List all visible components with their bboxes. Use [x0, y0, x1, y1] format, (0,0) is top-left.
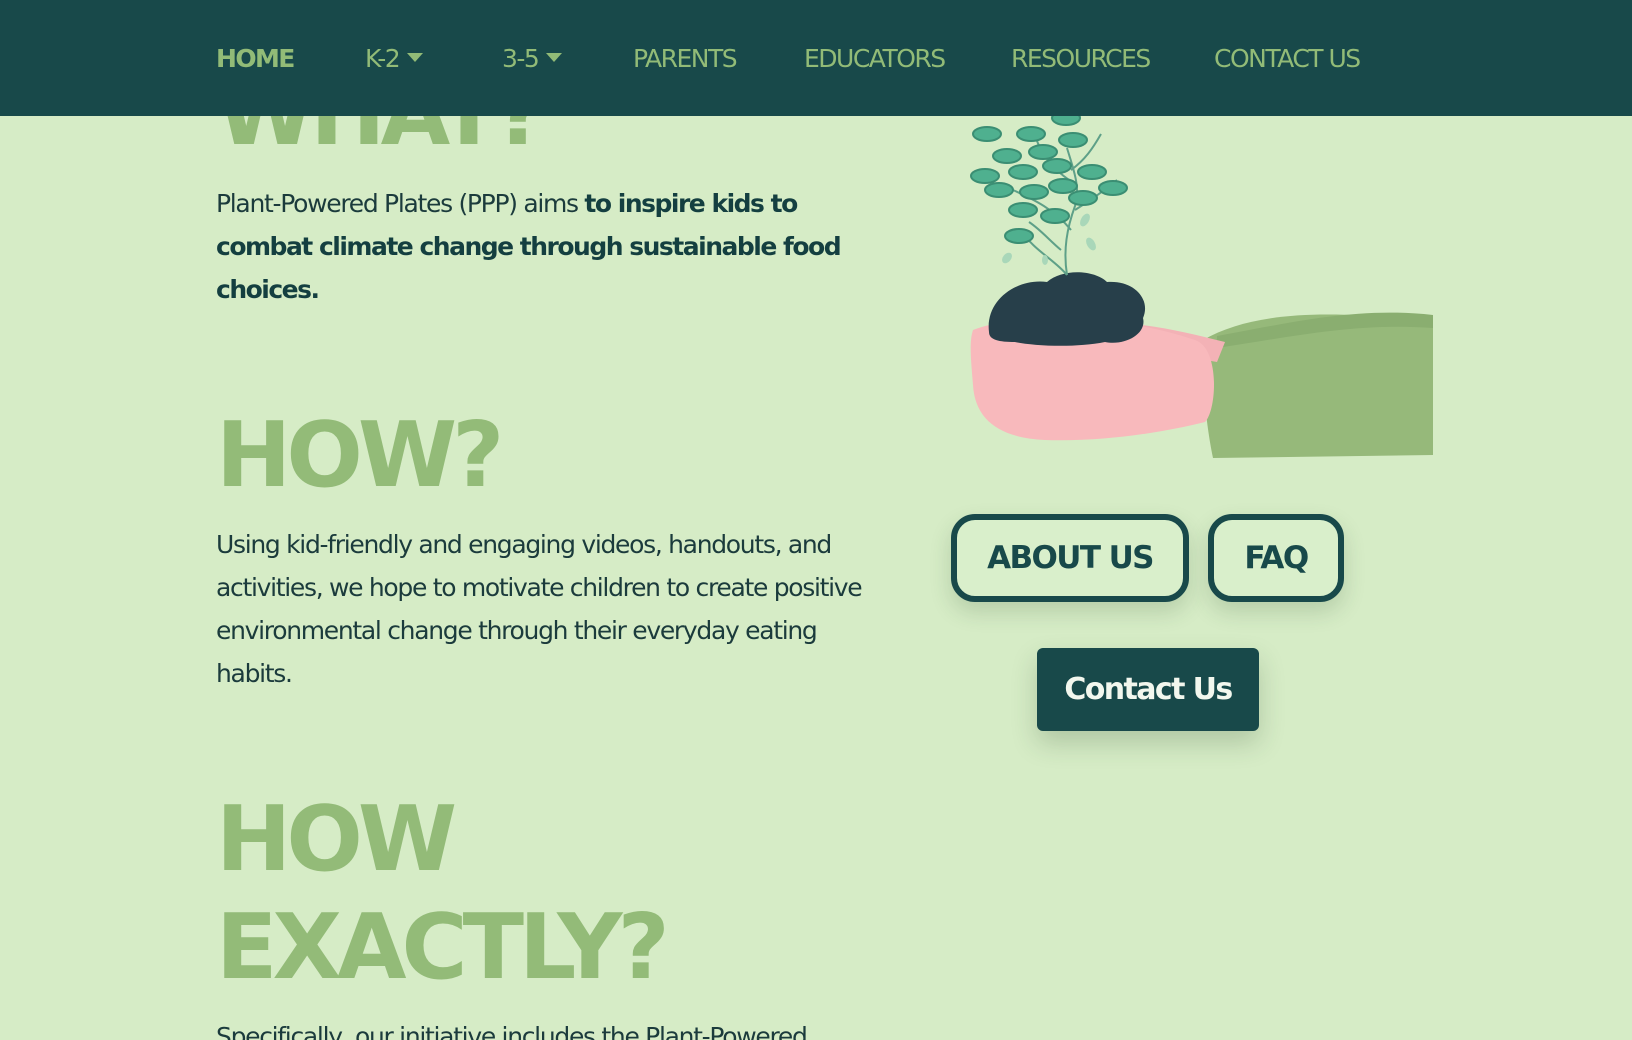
nav-home[interactable]: HOME	[216, 44, 295, 73]
page: HOME K-2 3-5 PARENTS EDUCATORS RESOURCES…	[0, 0, 1632, 1040]
nav-educators[interactable]: EDUCATORS	[804, 44, 946, 73]
faq-button[interactable]: FAQ	[1208, 514, 1344, 602]
how-exactly-heading-line2: EXACTLY?	[216, 895, 670, 1000]
contact-us-button[interactable]: Contact Us	[1037, 648, 1259, 731]
about-us-button[interactable]: ABOUT US	[951, 514, 1189, 602]
how-exactly-heading-line1: HOW	[216, 787, 457, 892]
hand-holding-plant-illustration	[970, 110, 1433, 458]
what-text-plain: Plant-Powered Plates (PPP) aims	[216, 189, 585, 218]
top-navbar: HOME K-2 3-5 PARENTS EDUCATORS RESOURCES…	[0, 0, 1632, 116]
caret-down-icon	[546, 53, 563, 62]
nav-k2-label: K-2	[365, 44, 401, 73]
nav-k2-dropdown[interactable]: K-2	[365, 44, 424, 73]
how-paragraph: Using kid-friendly and engaging videos, …	[216, 530, 863, 688]
how-exactly-heading: HOW EXACTLY?	[216, 786, 670, 1002]
caret-down-icon	[407, 53, 424, 62]
nav-3-5-label: 3-5	[502, 44, 540, 73]
how-exactly-paragraph: Specifically, our initiative includes th…	[216, 1022, 808, 1040]
how-heading: HOW?	[216, 403, 504, 508]
nav-resources[interactable]: RESOURCES	[1011, 44, 1151, 73]
nav-3-5-dropdown[interactable]: 3-5	[502, 44, 563, 73]
nav-contact-us[interactable]: CONTACT US	[1214, 44, 1361, 73]
what-paragraph: Plant-Powered Plates (PPP) aims to inspi…	[216, 182, 888, 311]
nav-parents[interactable]: PARENTS	[633, 44, 738, 73]
